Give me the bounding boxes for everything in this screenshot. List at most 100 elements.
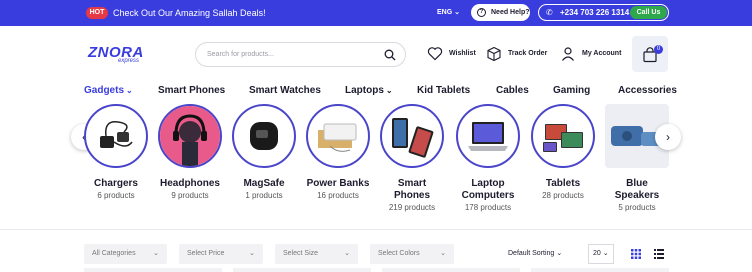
color-filter-select[interactable]: Select Colors ⌄ <box>370 244 454 264</box>
grid-view-icon[interactable] <box>631 249 641 259</box>
category-count: 1 products <box>245 191 283 200</box>
tablet-icon <box>543 124 583 152</box>
wishlist-link[interactable]: Wishlist <box>427 45 477 63</box>
price-filter-select[interactable]: Select Price ⌄ <box>179 244 263 264</box>
language-selector[interactable]: ENG ⌄ <box>437 8 460 18</box>
category-name: Laptop Computers <box>446 178 530 202</box>
nav-item-laptops[interactable]: Laptops ⌄ <box>345 84 393 98</box>
color-filter-value: Select Colors <box>378 250 420 257</box>
track-order-label: Track Order <box>508 50 548 57</box>
category-name: Power Banks <box>306 178 370 189</box>
chevron-down-icon: ⌄ <box>249 250 255 257</box>
user-icon <box>562 47 574 61</box>
need-help-label: Need Help? <box>491 9 530 16</box>
category-count: 5 products <box>618 203 656 212</box>
category-image <box>531 104 595 168</box>
product-card-top <box>233 268 371 272</box>
category-count: 219 products <box>388 203 436 212</box>
size-filter-value: Select Size <box>283 250 319 257</box>
category-count: 178 products <box>464 203 512 212</box>
call-us-button[interactable]: Call Us <box>630 6 667 19</box>
category-filter-value: All Categories <box>92 250 136 257</box>
category-image <box>380 104 444 168</box>
question-icon: ? <box>477 8 486 17</box>
power-bank-icon <box>318 123 357 152</box>
cart-count-badge: 0 <box>654 45 663 54</box>
category-name: MagSafe <box>243 178 285 189</box>
magsafe-icon <box>250 122 278 150</box>
category-name-line: Smart <box>397 178 427 189</box>
search-placeholder: Search for products... <box>207 51 274 58</box>
carousel-next-button[interactable]: › <box>655 124 681 150</box>
category-count: 9 products <box>171 191 209 200</box>
wishlist-label: Wishlist <box>449 50 476 57</box>
nav-label: Gadgets <box>84 85 125 96</box>
category-name-line: Computers <box>461 190 515 201</box>
per-page-value: 20 <box>593 250 601 257</box>
need-help-button[interactable]: ? Need Help? <box>471 4 530 21</box>
category-name-line: Laptop <box>471 178 505 189</box>
category-image <box>306 104 370 168</box>
chevron-right-icon: › <box>666 130 670 144</box>
product-card-top <box>382 268 520 272</box>
nav-item-accessories[interactable]: Accessories <box>618 84 677 98</box>
search-icon[interactable] <box>384 49 396 61</box>
logo-sub: express <box>118 58 140 64</box>
product-card-top <box>531 268 669 272</box>
category-image <box>158 104 222 168</box>
category-name: Blue Speakers <box>595 178 679 202</box>
language-label: ENG <box>437 9 453 16</box>
nav-item-gaming[interactable]: Gaming <box>553 84 590 98</box>
chevron-down-icon: ⌄ <box>385 86 393 95</box>
cart-button[interactable]: 0 <box>632 36 668 72</box>
category-name-line: Speakers <box>614 190 660 201</box>
category-name: Headphones <box>159 178 220 189</box>
top-promo-bar: HOT Check Out Our Amazing Sallah Deals! … <box>0 0 752 26</box>
category-name: Chargers <box>94 178 138 189</box>
sorting-select[interactable]: Default Sorting ⌄ <box>508 247 562 261</box>
chevron-down-icon: ⌄ <box>556 250 563 257</box>
category-name: Smart Phones <box>370 178 454 202</box>
category-image <box>456 104 520 168</box>
headphones-icon <box>160 106 220 166</box>
phone-number[interactable]: +234 703 226 1314 <box>560 8 629 18</box>
phone-icon: ✆ <box>546 8 553 17</box>
phone-contact: ✆ +234 703 226 1314 Call Us <box>538 4 669 21</box>
category-count: 16 products <box>317 191 359 200</box>
heart-icon <box>427 47 443 61</box>
track-order-link[interactable]: Track Order <box>486 45 550 63</box>
chevron-down-icon: ⌄ <box>602 250 609 257</box>
my-account-link[interactable]: My Account <box>560 45 624 63</box>
nav-item-cables[interactable]: Cables <box>496 84 529 98</box>
per-page-select[interactable]: 20 ⌄ <box>588 244 614 264</box>
chevron-down-icon: ⌄ <box>440 250 446 257</box>
section-divider <box>0 229 752 230</box>
search-input[interactable]: Search for products... <box>195 42 406 67</box>
product-card-top <box>84 268 222 272</box>
sorting-value: Default Sorting <box>508 250 555 257</box>
hot-badge: HOT <box>86 7 108 19</box>
list-view-icon[interactable] <box>654 249 664 259</box>
category-count: 28 products <box>542 191 584 200</box>
nav-item-kid-tablets[interactable]: Kid Tablets <box>417 84 470 98</box>
category-image <box>84 104 148 168</box>
category-count: 6 products <box>97 191 135 200</box>
logo[interactable]: ZNORA express <box>88 45 150 65</box>
chevron-down-icon: ⌄ <box>454 9 461 16</box>
category-name-line: Phones <box>393 190 431 201</box>
nav-item-smart-phones[interactable]: Smart Phones <box>158 84 225 98</box>
chevron-down-icon: ⌄ <box>126 86 133 95</box>
nav-label: Laptops <box>345 85 384 96</box>
category-name-line: Blue <box>626 178 648 189</box>
category-image <box>232 104 296 168</box>
nav-item-smart-watches[interactable]: Smart Watches <box>249 84 321 98</box>
size-filter-select[interactable]: Select Size ⌄ <box>275 244 358 264</box>
price-filter-value: Select Price <box>187 250 225 257</box>
promo-text[interactable]: Check Out Our Amazing Sallah Deals! <box>113 7 266 19</box>
box-icon <box>487 46 501 62</box>
my-account-label: My Account <box>582 50 622 57</box>
chevron-down-icon: ⌄ <box>153 250 159 257</box>
nav-item-gadgets[interactable]: Gadgets ⌄ <box>84 84 133 98</box>
category-filter-select[interactable]: All Categories ⌄ <box>84 244 167 264</box>
smartphone-icon <box>392 118 434 158</box>
